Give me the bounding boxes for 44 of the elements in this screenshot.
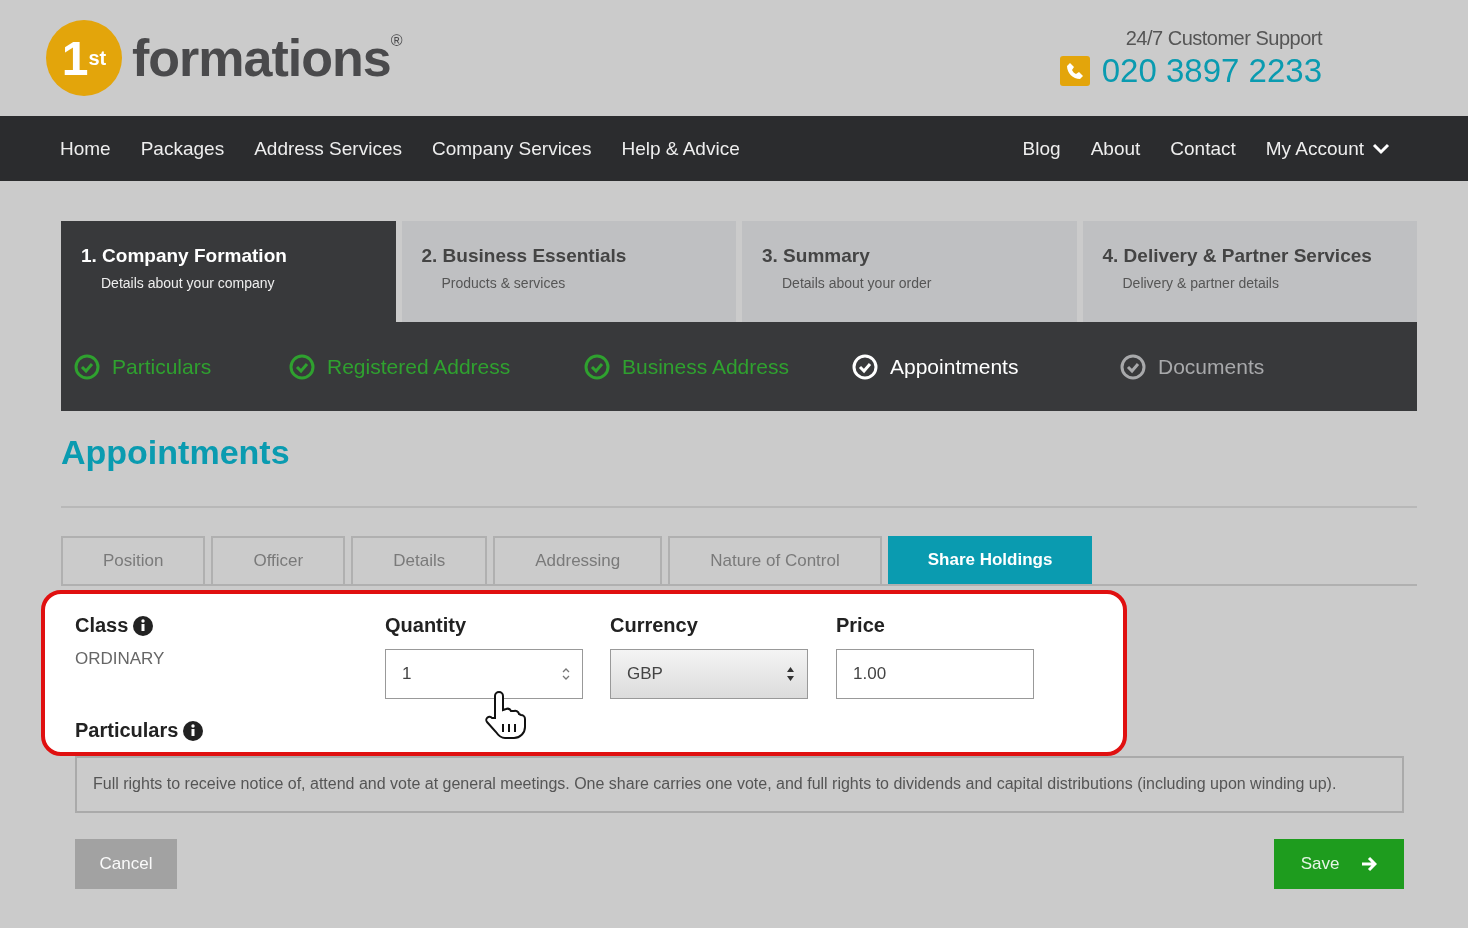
field-label: Class — [75, 614, 129, 637]
step-tab[interactable]: 1. Company Formation Details about your company — [61, 221, 396, 322]
particulars-textarea[interactable]: Full rights to receive notice of, attend and vote at general meetings. One share carries one vote, and full rights to dividends and capital distributions (including upon winding up). — [75, 756, 1404, 813]
arrow-right-icon — [1361, 856, 1378, 872]
nav-link[interactable]: Blog — [1022, 137, 1061, 160]
nav-link[interactable]: About — [1090, 137, 1141, 160]
substep-link[interactable]: Appointments — [890, 354, 1019, 379]
quantity-field[interactable]: 1 — [385, 649, 583, 699]
stepper-icon[interactable] — [562, 667, 570, 681]
class-value: ORDINARY — [75, 649, 166, 669]
nav-link[interactable]: Packages — [140, 137, 225, 160]
price-field[interactable]: 1.00 — [836, 649, 1034, 699]
page-title: Appointments — [61, 433, 291, 472]
save-button[interactable]: Save — [1274, 839, 1404, 889]
logo-badge: 1$^{st}$ — [46, 20, 122, 96]
chevron-down-icon — [1372, 142, 1390, 155]
registered-mark: ® — [390, 32, 403, 49]
currency-select[interactable]: GBP — [610, 649, 808, 699]
field-label: Currency — [610, 614, 699, 637]
field-label: Price — [836, 614, 886, 637]
substep-link[interactable]: Documents — [1158, 354, 1265, 379]
info-icon — [133, 615, 154, 636]
nav-link[interactable]: Contact — [1170, 137, 1236, 160]
field-label: Quantity — [385, 614, 468, 637]
step-tab[interactable]: 4. Delivery & Partner Services Delivery & partner details — [1082, 221, 1417, 322]
nav-link[interactable]: Address Services — [254, 137, 402, 160]
step-tab[interactable]: 3. Summary Details about your order — [742, 221, 1077, 322]
nav-link[interactable]: Home — [60, 137, 111, 160]
form-tab[interactable]: Details — [351, 536, 488, 584]
account-menu[interactable]: My Account — [1265, 137, 1390, 160]
support-label: 24/7 Customer Support — [1125, 26, 1322, 50]
select-arrows-icon — [786, 666, 795, 682]
nav-link[interactable]: Help & Advice — [621, 137, 740, 160]
substep-link[interactable]: Particulars — [112, 354, 212, 379]
step-tab[interactable]: 2. Business Essentials Products & services — [401, 221, 736, 322]
substep-link[interactable]: Business Address — [622, 354, 789, 379]
form-tab[interactable]: Share Holdings — [887, 536, 1093, 584]
nav-link[interactable]: Company Services — [432, 137, 592, 160]
info-icon — [183, 720, 204, 741]
phone-icon — [1059, 55, 1090, 86]
logo-wordmark: formations — [132, 28, 391, 88]
substep-link[interactable]: Registered Address — [327, 354, 511, 379]
field-label: Particulars — [75, 719, 179, 742]
form-tab[interactable]: Position — [61, 536, 206, 584]
